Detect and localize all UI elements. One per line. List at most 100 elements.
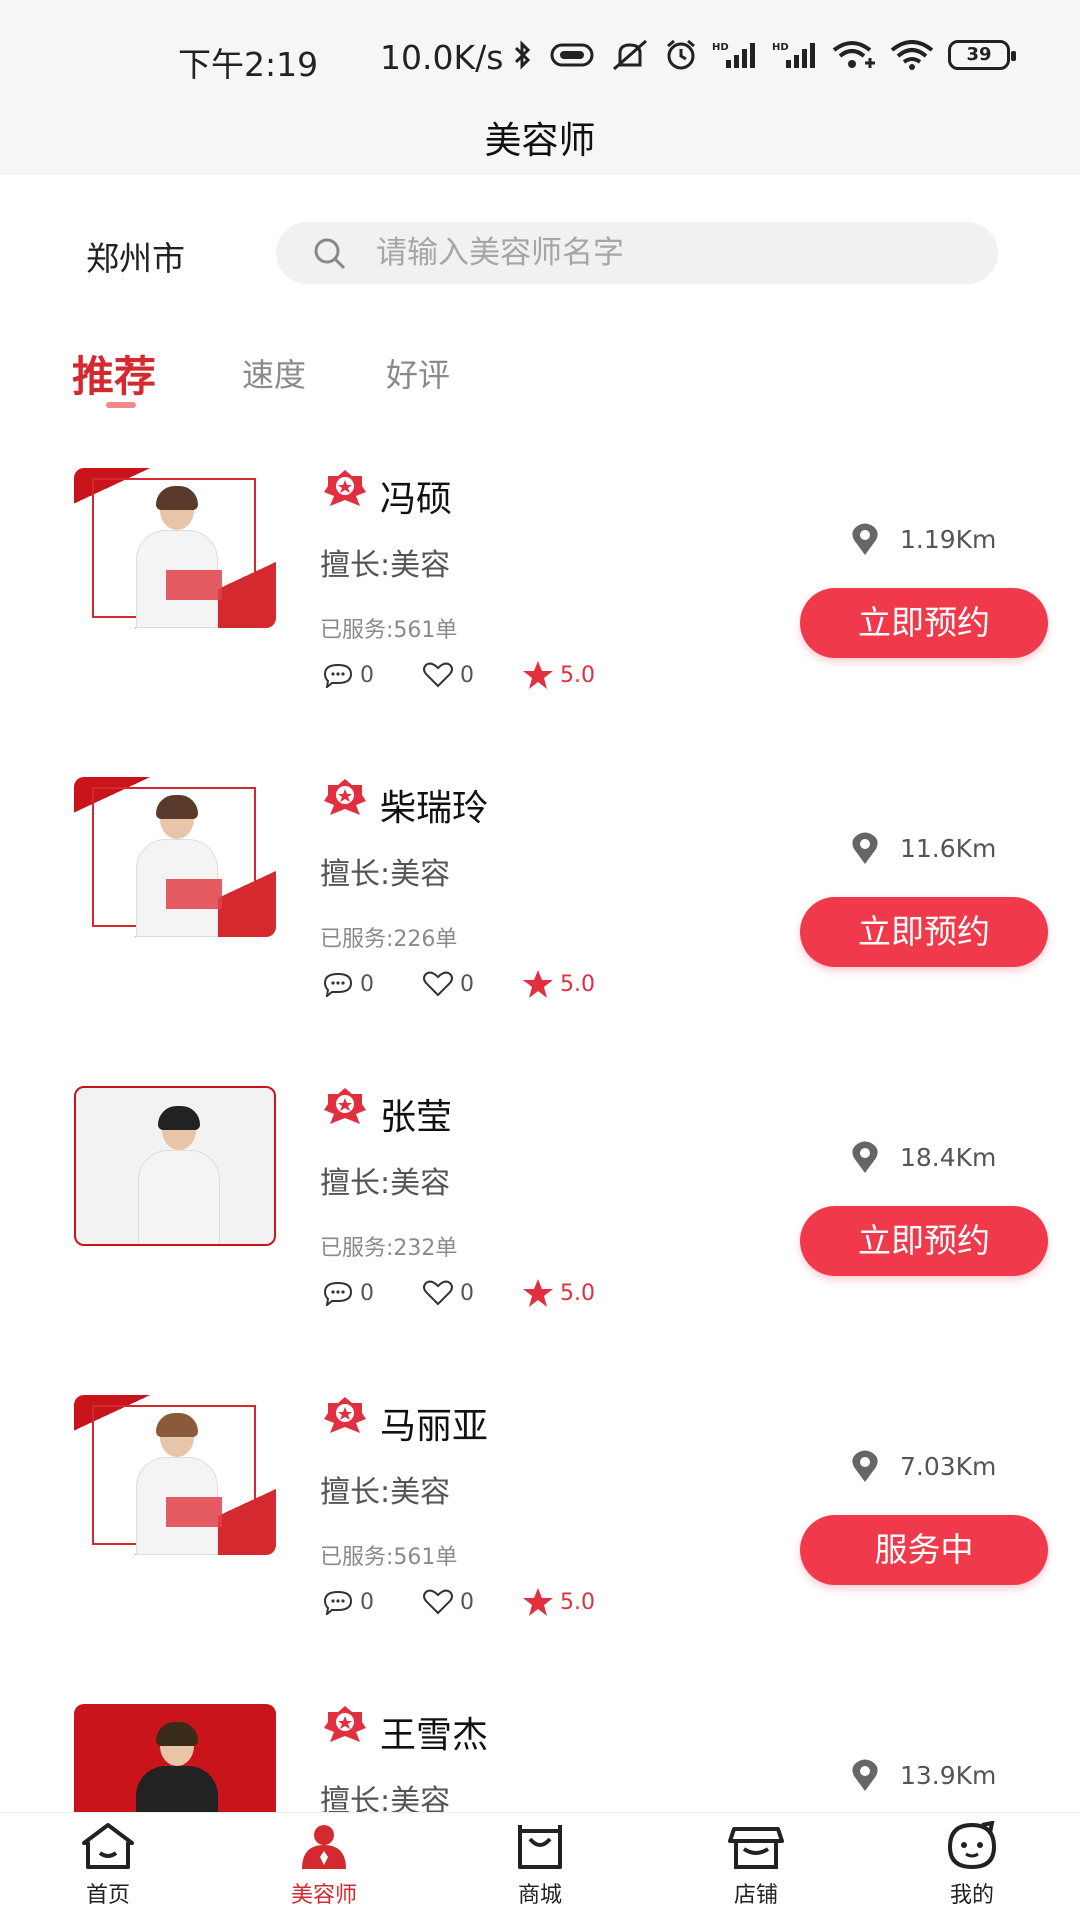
in-service-button[interactable]: 服务中 xyxy=(800,1515,1048,1585)
rating-stat: 5.0 xyxy=(522,1587,595,1617)
search-input[interactable] xyxy=(376,230,976,276)
distance-value: 7.03Km xyxy=(900,1451,997,1481)
tab-speed[interactable]: 速度 xyxy=(242,350,306,396)
beautician-card[interactable]: 马丽亚 擅长:美容 已服务:561单 0 0 5.0 7.03Km 服务中 xyxy=(0,1395,1080,1695)
comment-icon xyxy=(323,1590,353,1615)
beautician-skill: 擅长:美容 xyxy=(320,1166,451,1201)
distance: 18.4Km xyxy=(850,1140,996,1174)
search-icon xyxy=(314,238,346,270)
distance: 7.03Km xyxy=(850,1449,996,1483)
location-pin-icon xyxy=(852,1450,878,1482)
beautician-name: 王雪杰 xyxy=(380,1715,489,1756)
like-stat[interactable]: 0 xyxy=(422,1279,474,1307)
beautician-photo[interactable] xyxy=(74,777,276,937)
comment-count: 0 xyxy=(360,1589,374,1615)
beautician-card[interactable]: 冯硕 擅长:美容 已服务:561单 0 0 5.0 1.19Km 立即预约 xyxy=(0,468,1080,768)
beautician-name: 马丽亚 xyxy=(380,1406,489,1447)
status-time: 下午2:19 xyxy=(178,45,319,84)
comment-icon xyxy=(323,972,353,997)
beautician-skill: 擅长:美容 xyxy=(320,1475,451,1510)
distance-value: 18.4Km xyxy=(900,1142,997,1172)
city-selector[interactable]: 郑州市 xyxy=(86,232,185,280)
beautician-skill: 擅长:美容 xyxy=(320,548,451,583)
rating-value: 5.0 xyxy=(560,971,595,997)
rating-stat: 5.0 xyxy=(522,969,595,999)
svg-text:HD: HD xyxy=(712,42,729,53)
comment-icon xyxy=(323,663,353,688)
home-icon xyxy=(82,1823,134,1869)
stats-row: 0 0 5.0 xyxy=(322,1278,643,1308)
bluetooth-icon xyxy=(514,40,531,70)
network-speed: 10.0K/s xyxy=(380,38,504,77)
shopping-bag-icon xyxy=(518,1825,562,1869)
heart-icon xyxy=(423,662,453,688)
beautician-skill: 擅长:美容 xyxy=(320,857,451,892)
store-icon xyxy=(728,1827,784,1869)
book-now-button[interactable]: 立即预约 xyxy=(800,1206,1048,1276)
served-count: 已服务:232单 xyxy=(320,1236,458,1261)
comment-stat[interactable]: 0 xyxy=(322,971,374,997)
certified-badge-icon xyxy=(324,470,366,506)
tab-active-indicator xyxy=(106,402,136,408)
nav-label: 商城 xyxy=(517,1883,562,1908)
beautician-name: 张莹 xyxy=(380,1097,453,1138)
svg-text:HD: HD xyxy=(772,42,789,53)
beautician-card[interactable]: 王雪杰 擅长:美容 13.9Km xyxy=(0,1704,1080,1812)
distance: 1.19Km xyxy=(850,522,996,556)
book-now-button[interactable]: 立即预约 xyxy=(800,897,1048,967)
served-count: 已服务:561单 xyxy=(320,618,458,643)
beautician-icon xyxy=(302,1825,346,1869)
certified-badge-icon xyxy=(324,779,366,815)
beautician-card[interactable]: 柴瑞玲 擅长:美容 已服务:226单 0 0 5.0 11.6Km 立即预约 xyxy=(0,777,1080,1077)
comment-stat[interactable]: 0 xyxy=(322,1589,374,1615)
nav-home[interactable]: 首页 xyxy=(38,1821,178,1909)
comment-count: 0 xyxy=(360,662,374,688)
nav-label: 首页 xyxy=(85,1883,130,1908)
book-now-button[interactable]: 立即预约 xyxy=(800,588,1048,658)
star-icon xyxy=(523,1588,553,1616)
distance: 11.6Km xyxy=(850,831,996,865)
comment-stat[interactable]: 0 xyxy=(322,662,374,688)
like-stat[interactable]: 0 xyxy=(422,970,474,998)
like-stat[interactable]: 0 xyxy=(422,661,474,689)
beautician-card[interactable]: 张莹 擅长:美容 已服务:232单 0 0 5.0 18.4Km 立即预约 xyxy=(0,1086,1080,1386)
status-icons: HD HD 39 xyxy=(510,38,1016,72)
tab-good-reviews[interactable]: 好评 xyxy=(386,350,450,396)
search-bar[interactable] xyxy=(276,222,998,284)
rating-value: 5.0 xyxy=(560,662,595,688)
alarm-icon xyxy=(667,39,695,70)
star-icon xyxy=(523,1279,553,1307)
location-pin-icon xyxy=(852,1759,878,1791)
stats-row: 0 0 5.0 xyxy=(322,660,643,690)
beautician-photo[interactable] xyxy=(74,1704,276,1812)
beautician-photo[interactable] xyxy=(74,1086,276,1246)
comment-count: 0 xyxy=(360,1280,374,1306)
heart-icon xyxy=(423,1280,453,1306)
rating-value: 5.0 xyxy=(560,1280,595,1306)
nav-mall[interactable]: 商城 xyxy=(470,1821,610,1909)
like-count: 0 xyxy=(460,1589,474,1615)
bottom-nav: 首页 美容师 商城 店铺 我的 xyxy=(0,1812,1080,1920)
nav-store[interactable]: 店铺 xyxy=(686,1821,826,1909)
beautician-photo[interactable] xyxy=(74,1395,276,1555)
beautician-name: 冯硕 xyxy=(380,479,453,520)
comment-stat[interactable]: 0 xyxy=(322,1280,374,1306)
beautician-photo[interactable] xyxy=(74,468,276,628)
beautician-name: 柴瑞玲 xyxy=(380,788,489,829)
like-stat[interactable]: 0 xyxy=(422,1588,474,1616)
nav-mine[interactable]: 我的 xyxy=(902,1821,1042,1909)
location-pin-icon xyxy=(852,1141,878,1173)
vibrate-icon xyxy=(550,43,594,67)
location-pin-icon xyxy=(852,523,878,555)
like-count: 0 xyxy=(460,1280,474,1306)
distance-value: 1.19Km xyxy=(900,524,997,554)
page-title: 美容师 xyxy=(484,119,596,162)
stats-row: 0 0 5.0 xyxy=(322,969,643,999)
rating-stat: 5.0 xyxy=(522,660,595,690)
certified-badge-icon xyxy=(324,1088,366,1124)
star-icon xyxy=(523,661,553,689)
tab-recommend[interactable]: 推荐 xyxy=(72,343,156,404)
heart-icon xyxy=(423,971,453,997)
app-bar: 美容师 xyxy=(0,110,1080,175)
nav-beautician[interactable]: 美容师 xyxy=(254,1821,394,1909)
